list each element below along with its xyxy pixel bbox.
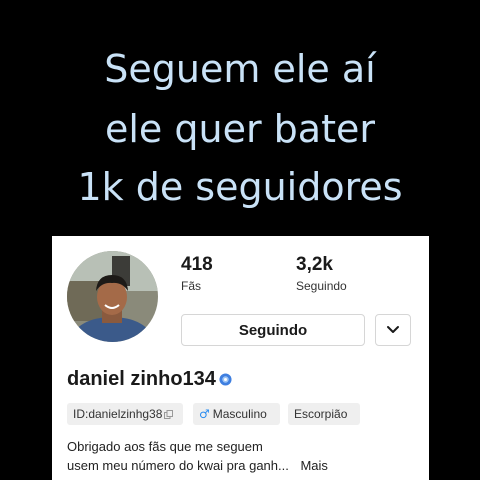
following-count[interactable]: 3,2k	[296, 254, 333, 276]
fans-count[interactable]: 418	[181, 254, 213, 276]
bio-line-2-row: usem meu número do kwai pra ganh... Mais	[67, 458, 328, 473]
following-label: Seguindo	[296, 279, 347, 293]
chevron-down-icon	[387, 326, 399, 333]
id-tag[interactable]: ID:danielzinhg38	[67, 403, 183, 425]
verified-badge-icon	[219, 373, 232, 386]
copy-icon	[164, 409, 174, 419]
caption-line-2: ele quer bater	[105, 107, 375, 151]
username-row: daniel zinho134	[67, 368, 232, 391]
bio-more-link[interactable]: Mais	[300, 458, 327, 473]
bio-line-2: usem meu número do kwai pra ganh...	[67, 458, 289, 473]
gender-tag: ♂ Masculino	[193, 403, 280, 425]
caption-line-1: Seguem ele aí	[104, 47, 376, 91]
zodiac-tag: Escorpião	[288, 403, 360, 425]
user-id: ID:danielzinhg38	[73, 407, 163, 421]
following-button[interactable]: Seguindo	[181, 314, 365, 346]
more-options-button[interactable]	[375, 314, 411, 346]
zodiac-label: Escorpião	[294, 407, 348, 421]
following-button-label: Seguindo	[238, 321, 308, 339]
bio-line-1: Obrigado aos fãs que me seguem	[67, 439, 263, 454]
profile-card: 418 Fãs 3,2k Seguindo Seguindo daniel zi…	[52, 236, 429, 480]
gender-label: Masculino	[212, 407, 267, 421]
avatar-photo	[67, 251, 158, 342]
male-icon: ♂	[199, 407, 210, 421]
username: daniel zinho134	[67, 368, 216, 390]
caption-line-3: 1k de seguidores	[77, 165, 403, 209]
fans-label: Fãs	[181, 279, 202, 293]
avatar[interactable]	[67, 251, 158, 342]
